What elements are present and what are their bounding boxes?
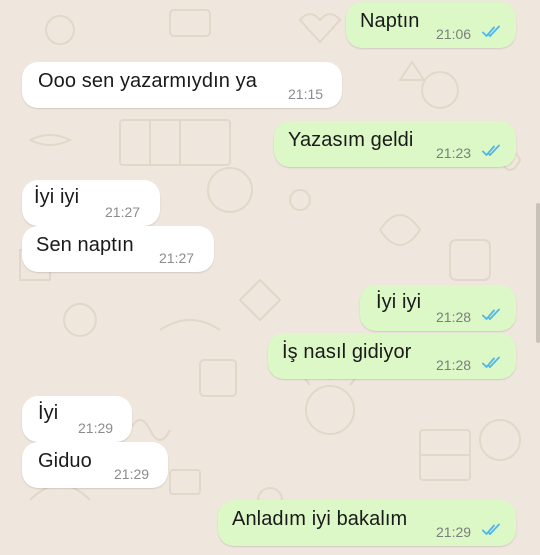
message-bubble-outgoing[interactable]: İş nasıl gidiyor 21:28 — [268, 333, 516, 379]
message-bubble-incoming[interactable]: İyi 21:29 — [22, 396, 132, 442]
message-time: 21:29 — [78, 420, 114, 436]
message-bubble-outgoing[interactable]: Anladım iyi bakalım 21:29 — [218, 500, 516, 546]
message-bubble-outgoing[interactable]: İyi iyi 21:28 — [360, 285, 516, 331]
message-time: 21:06 — [436, 26, 472, 42]
message-bubble-outgoing[interactable]: Yazasım geldi 21:23 — [274, 121, 516, 167]
message-text: Giduo — [38, 450, 92, 472]
message-bubble-incoming[interactable]: Ooo sen yazarmıydın ya 21:15 — [22, 62, 342, 108]
message-text: Anladım iyi bakalım — [232, 508, 408, 530]
message-text: Naptın — [360, 10, 420, 32]
message-time: 21:28 — [436, 357, 472, 373]
message-time: 21:27 — [105, 204, 141, 220]
read-double-check-icon — [482, 523, 504, 537]
message-time: 21:15 — [288, 86, 324, 102]
read-double-check-icon — [482, 25, 504, 39]
message-time: 21:28 — [436, 309, 472, 325]
message-time: 21:29 — [436, 524, 472, 540]
message-text: Sen naptın — [36, 234, 134, 256]
message-bubble-incoming[interactable]: Giduo 21:29 — [22, 442, 168, 488]
message-bubble-incoming[interactable]: Sen naptın 21:27 — [22, 226, 214, 272]
message-text: İyi — [38, 402, 59, 424]
message-text: İş nasıl gidiyor — [282, 341, 412, 363]
message-list[interactable]: Naptın 21:06 Ooo sen yazarmıydın ya 21:1… — [0, 0, 540, 550]
message-text: Yazasım geldi — [288, 129, 414, 151]
message-time: 21:29 — [114, 466, 150, 482]
message-time: 21:23 — [436, 145, 472, 161]
read-double-check-icon — [482, 356, 504, 370]
message-text: İyi iyi — [34, 186, 80, 208]
message-bubble-incoming[interactable]: İyi iyi 21:27 — [22, 180, 160, 226]
scrollbar[interactable] — [536, 203, 540, 343]
message-text: İyi iyi — [376, 291, 422, 313]
read-double-check-icon — [482, 144, 504, 158]
message-bubble-outgoing[interactable]: Naptın 21:06 — [346, 2, 516, 48]
message-text: Ooo sen yazarmıydın ya — [38, 70, 257, 92]
message-time: 21:27 — [159, 250, 195, 266]
read-double-check-icon — [482, 308, 504, 322]
